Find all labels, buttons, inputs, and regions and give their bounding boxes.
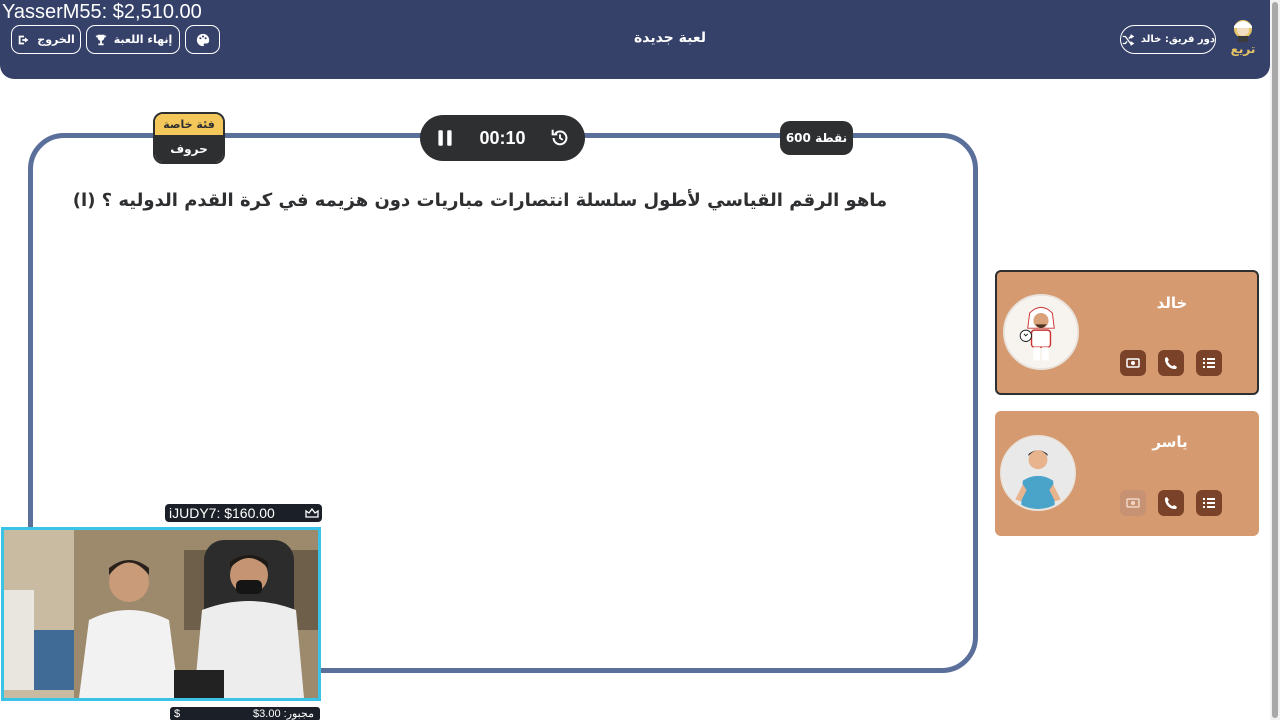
end-game-button[interactable]: إنهاء اللعبة	[86, 25, 180, 54]
end-game-label: إنهاء اللعبة	[113, 33, 173, 46]
trophy-icon	[95, 34, 106, 45]
stream-donation-overlay: YasserM55: $2,510.00	[2, 1, 202, 23]
team-card-yasser[interactable]: ياسر	[995, 411, 1259, 536]
cam-donation-text: iJUDY7: $160.00	[169, 505, 275, 521]
player-avatar-icon	[1002, 437, 1074, 509]
lifeline-call-button[interactable]	[1158, 350, 1184, 376]
money-icon	[1126, 498, 1140, 508]
cam-bottom-label: مجبور: 3.00$ $	[170, 707, 320, 720]
question-text: ماهو الرقم القياسي لأطول سلسلة انتصارات …	[72, 190, 888, 211]
footballer-avatar-icon	[1005, 296, 1077, 368]
money-icon	[1126, 358, 1140, 368]
category-name: حروف	[155, 135, 223, 162]
list-icon	[1203, 498, 1215, 508]
points-badge: 600 نقطة	[780, 121, 853, 155]
team-avatar	[1003, 294, 1079, 370]
team-name: ياسر	[1152, 433, 1188, 451]
team-name: خالد	[1156, 294, 1188, 312]
page-title: لعبة جديدة	[633, 30, 707, 46]
category-tag: فئة خاصة	[155, 114, 223, 135]
pause-icon[interactable]	[434, 127, 456, 149]
lifeline-list-button[interactable]	[1196, 490, 1222, 516]
category-badge: فئة خاصة حروف	[153, 112, 225, 164]
dollar-icon: $	[174, 708, 181, 720]
page-scrollbar[interactable]	[1270, 0, 1280, 720]
exit-icon	[19, 35, 29, 44]
phone-icon	[1164, 497, 1177, 510]
game-page: الخروج إنهاء اللعبة لعبة جديدة دور فريق:…	[0, 0, 1280, 720]
palette-icon	[196, 33, 209, 46]
turn-label: دور فريق: خالد	[1140, 34, 1215, 45]
lifeline-double-button[interactable]	[1120, 490, 1146, 516]
webcam-scene	[4, 530, 318, 698]
logo-text: تريع	[1230, 42, 1256, 56]
lifeline-list-button[interactable]	[1196, 350, 1222, 376]
cam-bottom-text: مجبور: 3.00$	[253, 708, 314, 720]
palette-button[interactable]	[185, 25, 220, 54]
scrollbar-thumb[interactable]	[1272, 2, 1278, 718]
crown-icon	[305, 507, 319, 518]
lifeline-call-button[interactable]	[1158, 490, 1184, 516]
turn-switch-button[interactable]: دور فريق: خالد	[1120, 25, 1216, 54]
shuffle-icon	[1122, 33, 1135, 46]
lifeline-double-button[interactable]	[1120, 350, 1146, 376]
phone-icon	[1164, 357, 1177, 370]
team-avatar	[1000, 435, 1076, 511]
timer: 00:10	[420, 115, 585, 161]
exit-label: الخروج	[37, 33, 75, 46]
team-card-khaled[interactable]: خالد	[995, 270, 1259, 395]
list-icon	[1203, 358, 1215, 368]
cam-donation-tag: iJUDY7: $160.00	[165, 504, 322, 522]
exit-button[interactable]: الخروج	[11, 25, 81, 54]
webcam-feed	[1, 527, 321, 701]
reset-timer-icon[interactable]	[549, 127, 571, 149]
timer-value: 00:10	[479, 127, 526, 148]
